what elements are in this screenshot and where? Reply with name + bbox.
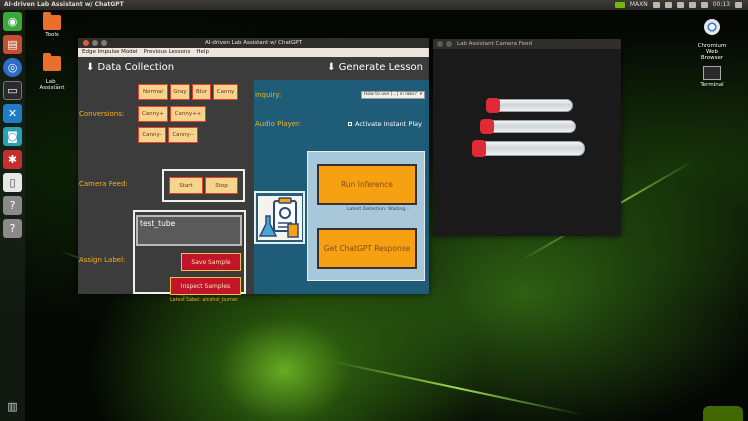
keyboard-icon[interactable] <box>664 2 672 8</box>
test-tube-image <box>480 119 576 134</box>
camera-feed-view <box>433 49 621 236</box>
conversion-canny-plusplus-button[interactable]: Canny++ <box>170 106 206 122</box>
inspect-samples-button[interactable]: Inspect Samples <box>170 277 241 295</box>
trash-icon[interactable]: ▥ <box>3 397 22 416</box>
conversion-normal-button[interactable]: Normal <box>138 84 168 100</box>
folder-icon <box>43 12 61 30</box>
camera-start-button[interactable]: Start <box>169 177 203 194</box>
window-titlebar[interactable]: AI-driven Lab Assistant w/ ChatGPT <box>78 38 429 48</box>
files-icon[interactable]: ▤ <box>3 35 22 54</box>
chromium-icon[interactable]: ◎ <box>3 58 22 77</box>
unknown-app-icon[interactable]: ? <box>3 196 22 215</box>
inquiry-dropdown[interactable]: How to use [...] in labs? ▾ <box>361 91 425 99</box>
camera-stop-button[interactable]: Stop <box>205 177 238 194</box>
inquiry-selected-value: How to use [...] in labs? <box>364 92 417 97</box>
desktop-icon-label: Lab_ Assistant <box>39 79 65 91</box>
assign-label-label: Assign Label: <box>79 256 126 264</box>
system-settings-icon[interactable]: ✱ <box>3 150 22 169</box>
data-collection-heading: ⬇ Data Collection <box>86 62 175 73</box>
conversion-canny-button[interactable]: Canny <box>213 84 238 100</box>
folder-icon <box>43 53 61 71</box>
conversion-canny-minusminus-button[interactable]: Canny-- <box>168 127 198 143</box>
generate-lesson-pane: ⬇ Generate Lesson Inquiry: How to use [.… <box>254 57 429 294</box>
audio-player-label: Audio Player: <box>255 120 302 128</box>
screenshot-icon[interactable]: ◙ <box>3 127 22 146</box>
desktop-icon-terminal[interactable]: Terminal <box>695 66 729 88</box>
conversion-gray-button[interactable]: Gray <box>170 84 190 100</box>
volume-icon[interactable] <box>700 2 708 8</box>
desktop-icon-tools[interactable]: Tools <box>38 12 66 38</box>
conversions-label: Conversions: <box>79 110 125 118</box>
close-icon[interactable] <box>437 41 443 47</box>
desktop-icon-lab-assistant[interactable]: Lab_ Assistant <box>36 50 68 91</box>
unknown-app-icon[interactable]: ? <box>3 219 22 238</box>
camera-feed-label: Camera Feed: <box>79 180 128 188</box>
window-title: AI-driven Lab Assistant w/ ChatGPT <box>205 40 302 46</box>
window-controls <box>437 41 452 47</box>
inquiry-label: Inquiry: <box>255 91 282 99</box>
menu-previous-lessons[interactable]: Previous Lessons <box>144 48 191 57</box>
active-window-title: AI-driven Lab Assistant w/ ChatGPT <box>4 1 124 8</box>
top-panel: AI-driven Lab Assistant w/ ChatGPT MAXN … <box>0 0 748 10</box>
settings-icon[interactable] <box>735 2 742 8</box>
camera-window-titlebar[interactable]: Lab Assistant Camera Feed <box>433 39 621 49</box>
menu-edge-impulse-model[interactable]: Edge Impulse Model <box>82 48 138 57</box>
minimize-icon[interactable] <box>446 41 452 47</box>
bluetooth-icon[interactable] <box>676 2 684 8</box>
chromium-icon <box>704 19 720 35</box>
lab-assistant-icon <box>257 195 302 240</box>
vscode-icon[interactable]: ✕ <box>3 104 22 123</box>
instant-play-checkbox[interactable] <box>348 122 352 126</box>
terminal-icon[interactable]: ▭ <box>3 81 22 100</box>
nvidia-logo-watermark <box>703 406 743 421</box>
test-tube-image <box>472 140 585 157</box>
save-sample-button[interactable]: Save Sample <box>181 253 241 271</box>
mail-icon[interactable] <box>688 2 696 8</box>
nvidia-icon[interactable] <box>614 2 625 8</box>
chevron-down-icon: ▾ <box>419 92 422 97</box>
lab-assistant-window: AI-driven Lab Assistant w/ ChatGPT Edge … <box>78 38 429 303</box>
desktop-icon-label: Tools <box>45 32 59 38</box>
menu-bar: Edge Impulse Model Previous Lessons Help <box>78 48 429 57</box>
nvidia-launcher-icon[interactable]: ◉ <box>3 12 22 31</box>
conversion-canny-plus-button[interactable]: Canny+ <box>138 106 168 122</box>
launcher: ◉ ▤ ◎ ▭ ✕ ◙ ✱ ▯ ? ? ▥ <box>0 10 25 421</box>
menu-help[interactable]: Help <box>196 48 209 57</box>
desktop-icon-label: Chromium Web Browser <box>697 43 727 61</box>
instant-play-label: Activate Instant Play <box>355 120 422 128</box>
document-icon[interactable]: ▯ <box>3 173 22 192</box>
power-mode-label[interactable]: MAXN <box>630 0 648 10</box>
conversion-blur-button[interactable]: Blur <box>192 84 211 100</box>
maximize-icon[interactable] <box>101 40 107 46</box>
test-tube-image <box>486 98 573 113</box>
system-tray: MAXN 00:13 <box>614 0 742 10</box>
latest-label-text: Latest Label: alcohol_burner <box>170 298 238 303</box>
wifi-icon[interactable] <box>652 2 660 8</box>
run-inference-button[interactable]: Run Inference <box>317 164 417 205</box>
camera-feed-window: Lab Assistant Camera Feed <box>433 39 621 236</box>
terminal-icon <box>703 66 721 80</box>
chatgpt-response-button[interactable]: Get ChatGPT Response <box>317 228 417 269</box>
conversion-canny-minus-button[interactable]: Canny- <box>138 127 166 143</box>
camera-window-title: Lab Assistant Camera Feed <box>457 41 532 47</box>
minimize-icon[interactable] <box>92 40 98 46</box>
generate-lesson-heading: ⬇ Generate Lesson <box>327 62 423 73</box>
window-controls <box>83 40 107 46</box>
label-text-input[interactable]: test_tube <box>136 215 242 246</box>
clock[interactable]: 00:13 <box>713 0 730 10</box>
desktop-icon-chromium[interactable]: Chromium Web Browser <box>693 13 731 61</box>
latest-detection-text: Latest Detection: Waiting... <box>347 207 410 212</box>
data-collection-pane: ⬇ Data Collection Conversions: Normal Gr… <box>78 57 254 303</box>
desktop-icon-label: Terminal <box>700 82 724 88</box>
lab-logo <box>254 191 305 244</box>
close-icon[interactable] <box>83 40 89 46</box>
